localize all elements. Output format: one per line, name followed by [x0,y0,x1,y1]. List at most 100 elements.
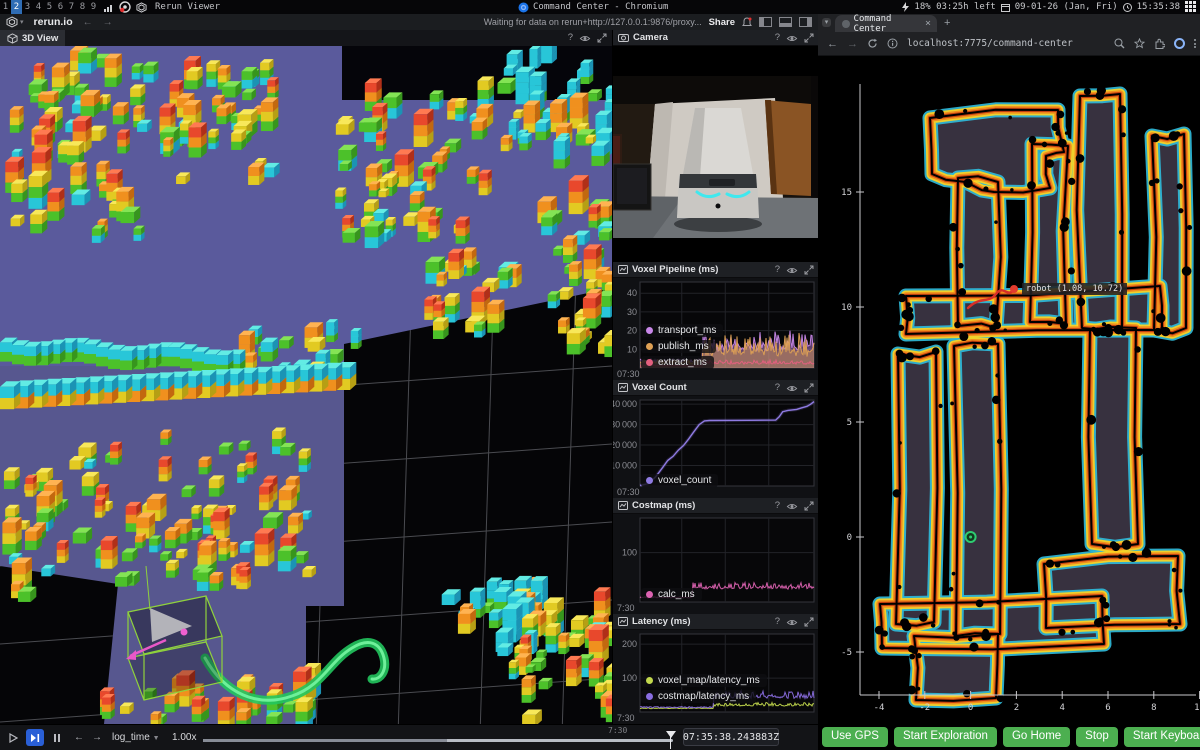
start-keyboard-control-button[interactable]: Start Keyboard Control [1124,727,1200,747]
system-tray: 18% 03:25h left 09-01-26 (Jan, Fri) 15:3… [902,0,1180,14]
expand-icon[interactable] [597,33,607,43]
zoom-icon[interactable] [1114,38,1125,49]
expand-icon[interactable] [804,33,814,43]
legend-item[interactable]: calc_ms [641,588,702,601]
visibility-icon[interactable] [786,33,798,44]
profile-avatar[interactable] [1174,38,1185,49]
browser-back-icon[interactable]: ← [827,38,838,50]
chart-icon [618,501,628,510]
browser-toolbar: ← → localhost:7775/command-center [818,32,1200,56]
tab-close-icon[interactable]: × [925,18,931,29]
help-icon[interactable]: ? [775,380,780,396]
costmap-plot[interactable]: 151050-5-4-20246810 [818,56,1200,724]
visibility-icon[interactable] [786,501,798,512]
system-bar: 1 2 3 4 5 6 7 8 9 Rerun Viewer Command C… [0,0,1200,14]
camera-image[interactable] [613,46,819,262]
svg-text:30: 30 [627,307,637,317]
timeline-handle[interactable] [666,731,676,738]
expand-icon[interactable] [804,501,814,511]
browser-tab[interactable]: Command Center × [835,15,937,32]
current-timestamp[interactable]: 07:35:38.243883Z [683,728,779,746]
workspace-1[interactable]: 1 [0,0,11,14]
site-info-icon[interactable] [887,38,898,49]
command-buttons-bar: Use GPS Start Exploration Go Home Stop S… [818,724,1200,750]
svg-text:0: 0 [847,533,852,543]
svg-text:2: 2 [1014,703,1019,713]
expand-icon[interactable] [804,383,814,393]
svg-text:30 000: 30 000 [613,420,637,430]
tab-search-button[interactable]: ▾ [822,18,831,27]
camera-icon [618,33,629,42]
right-panel-toggle-icon[interactable] [799,17,812,27]
visibility-icon[interactable] [579,33,591,44]
workspace-2[interactable]: 2 [11,0,22,14]
follow-latest-button[interactable] [26,729,44,746]
legend-item[interactable]: voxel_count [641,474,718,487]
help-icon[interactable]: ? [775,498,780,514]
visibility-icon[interactable] [786,383,798,394]
pause-button[interactable] [48,729,66,746]
new-tab-button[interactable]: + [944,17,950,29]
visibility-icon[interactable] [786,265,798,276]
help-icon[interactable]: ? [775,262,780,278]
time-text: 15:35:38 [1137,2,1180,12]
use-gps-button[interactable]: Use GPS [822,727,888,747]
expand-icon[interactable] [804,617,814,627]
legend-item[interactable]: extract_ms [641,356,714,369]
share-button[interactable]: Share [709,17,735,28]
nav-forward-icon[interactable]: → [103,17,113,28]
3d-viewport[interactable] [0,46,612,724]
view3d-tab[interactable]: 3D View [0,30,65,46]
help-icon[interactable]: ? [568,30,573,46]
visibility-icon[interactable] [786,617,798,628]
bottom-panel-toggle-icon[interactable] [779,17,792,27]
workspace-3[interactable]: 3 [22,0,33,14]
svg-text:10: 10 [841,303,852,313]
step-back-button[interactable]: ← [70,729,88,746]
app-grid-icon[interactable] [1185,1,1198,13]
legend-item[interactable]: publish_ms [641,340,716,353]
svg-text:100: 100 [622,548,637,558]
expand-icon[interactable] [804,265,814,275]
step-forward-button[interactable]: → [88,729,106,746]
timeline-track[interactable] [203,739,673,742]
workspace-5[interactable]: 5 [44,0,55,14]
rerun-brand[interactable]: rerun.io [34,16,73,28]
svg-text:10 000: 10 000 [613,461,637,471]
bookmark-star-icon[interactable] [1134,38,1145,49]
timeline-selector[interactable]: log_time ▼ [112,732,160,743]
url-text[interactable]: localhost:7775/command-center [907,38,1073,49]
go-home-button[interactable]: Go Home [1003,727,1070,747]
play-button[interactable] [4,729,22,746]
cube-icon [7,33,18,44]
workspace-7[interactable]: 7 [66,0,77,14]
browser-forward-icon[interactable]: → [847,38,858,50]
svg-text:15: 15 [841,188,852,198]
workspace-6[interactable]: 6 [55,0,66,14]
battery-charging-icon [902,2,909,12]
nav-back-icon[interactable]: ← [83,17,93,28]
workspace-4[interactable]: 4 [33,0,44,14]
tab-title: Command Center [854,14,925,34]
panel-title: Costmap (ms) [632,500,695,511]
svg-text:-5: -5 [841,648,852,658]
notification-bell-icon[interactable] [742,17,752,28]
window-title-chromium: Command Center - Chromium [518,0,668,14]
help-icon[interactable]: ? [775,614,780,630]
left-panel-toggle-icon[interactable] [759,17,772,27]
svg-text:20: 20 [627,326,637,336]
legend-item[interactable]: transport_ms [641,324,723,337]
rerun-logo-icon[interactable]: ▾ [6,16,24,28]
legend-item[interactable]: voxel_map/latency_ms [641,674,767,687]
playback-speed[interactable]: 1.00x [172,732,196,743]
workspace-9[interactable]: 9 [88,0,99,14]
help-icon[interactable]: ? [775,30,780,46]
stop-button[interactable]: Stop [1076,727,1118,747]
start-exploration-button[interactable]: Start Exploration [894,727,997,747]
legend-item[interactable]: costmap/latency_ms [641,690,756,703]
workspace-8[interactable]: 8 [77,0,88,14]
browser-menu-icon[interactable] [1194,39,1196,48]
extensions-icon[interactable] [1154,38,1165,49]
robot-position-label: robot (1.08, 10.72) [1022,283,1127,295]
reload-icon[interactable] [867,38,878,49]
